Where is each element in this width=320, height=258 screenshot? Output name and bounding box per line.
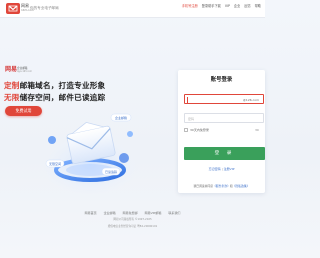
footer-links: 网易首页 企业邮箱 网易免费邮 网易VIP邮箱 联系我们 [0,211,265,215]
free-trial-button[interactable]: 免费试用 [5,106,42,116]
remember-time: 30 [255,128,259,132]
login-links: 忘记密码|注册VIP [178,167,265,171]
header-slogan: 你的专业电子邮局 [30,6,59,10]
brand-mark: 网易 [5,66,18,73]
password-input[interactable]: 密码 [184,113,264,123]
top-bar: 网易 163.com 你的专业电子邮局 手机号注册 登录助手下载 VIP 企业 … [0,0,265,17]
footer-link-free-mail[interactable]: 网易免费邮 [123,211,138,215]
register-vip-link[interactable]: 注册VIP [224,167,235,171]
footer-link-vip-mail[interactable]: 网易VIP邮箱 [145,211,162,215]
hero-title-line1-text: 邮箱域名，打造专业形象 [19,81,106,90]
nav-item-vip[interactable]: VIP [225,4,230,9]
email-domain-suffix[interactable]: @126.com [243,98,259,103]
forgot-password-link[interactable]: 忘记密码 [209,167,221,171]
hero-title-line1-accent: 定制 [4,81,20,90]
netease-logo-icon[interactable] [6,3,20,14]
nav-item-feedback[interactable]: 反馈 [244,4,250,9]
terms-link[interactable]: 《服务条款》 [213,184,230,188]
footer-link-home[interactable]: 网易首页 [85,211,97,215]
illus-tag-2: 已读追踪 [105,169,117,174]
top-nav: 手机号注册 登录助手下载 VIP 企业 反馈 帮助 [182,4,261,9]
hero-title-line2-accent: 无限 [4,93,20,102]
brand-mini-domain: qiye.163.com [17,70,32,73]
remember-login[interactable]: 30天内免登录 [184,128,209,132]
agreement-prefix: 我已阅读并同意 [193,184,214,188]
illus-tag-3: 无限空间 [49,161,61,166]
remember-checkbox[interactable] [184,128,188,132]
footer-copyright: 网易公司版权所有 ©1997-2025 [113,218,152,221]
footer-license: 增值电信业务经营许可证 粤B2-20090191 [107,225,158,228]
privacy-link[interactable]: 《隐私政策》 [233,184,250,188]
username-input[interactable]: @126.com [184,94,264,104]
link-separator: | [221,167,223,171]
agreement-text: 我已阅读并同意《服务条款》和《隐私政策》 [178,184,265,188]
illus-tag-1: 企业邮箱 [115,115,127,120]
footer-link-enterprise[interactable]: 企业邮箱 [104,211,116,215]
text-cursor [187,97,188,103]
login-title: 账号登录 [210,77,233,83]
remember-label: 30天内免登录 [190,128,209,132]
password-placeholder: 密码 [188,116,195,121]
mail-illustration-icon: 企业邮箱 已读追踪 无限空间 [40,113,140,194]
nav-item-help[interactable]: 帮助 [255,4,261,9]
nav-item-download[interactable]: 登录助手下载 [202,4,221,9]
footer-link-contact[interactable]: 联系我们 [168,211,180,215]
header-divider [0,17,265,18]
nav-item-register[interactable]: 手机号注册 [182,4,198,9]
login-button[interactable]: 登 录 [184,147,265,160]
nav-item-enterprise[interactable]: 企业 [234,4,240,9]
hero-title-line1: 定制邮箱域名，打造专业形象 [4,80,105,91]
